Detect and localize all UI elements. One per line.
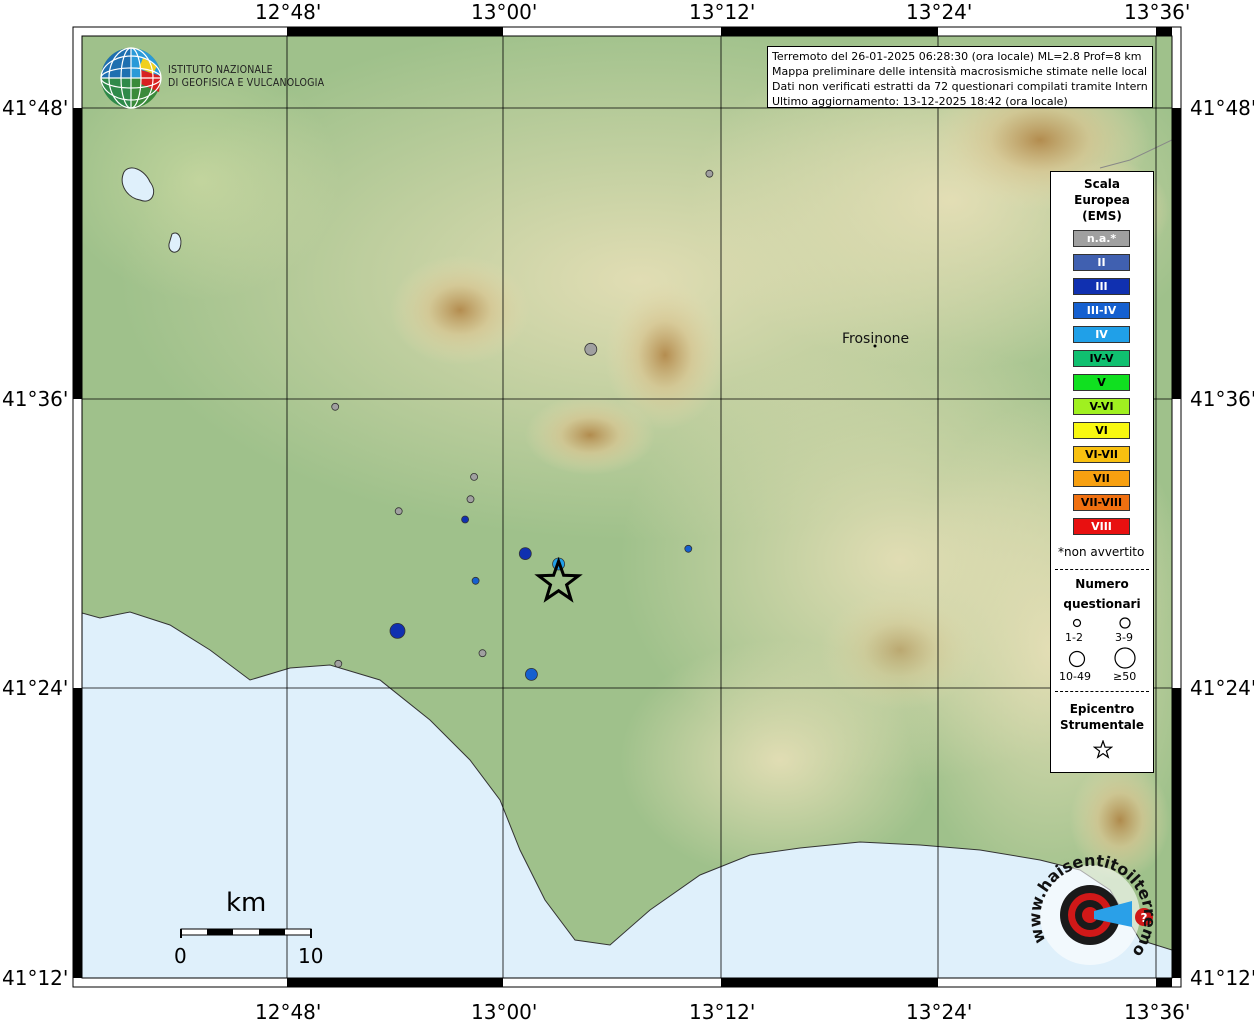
event-line: Mappa preliminare delle intensità macros… <box>772 65 1148 78</box>
scale-unit: km <box>226 888 267 918</box>
lat-label: 41°48' <box>2 96 69 120</box>
observation-point <box>684 544 693 553</box>
epicenter-legend-star-icon <box>1093 740 1113 759</box>
observation-point <box>334 659 343 668</box>
lon-label: 12°48' <box>255 1000 322 1024</box>
size-label: 3-9 <box>1115 631 1133 644</box>
size-label: 10-49 <box>1059 670 1091 683</box>
ingv-logo-text: ISTITUTO NAZIONALE DI GEOFISICA E VULCAN… <box>168 64 325 89</box>
lon-label: 13°00' <box>471 1000 538 1024</box>
observation-point <box>466 495 475 504</box>
ems-item: V <box>1073 374 1130 391</box>
lon-label: 13°36' <box>1124 1000 1191 1024</box>
ems-item: VIII <box>1073 518 1130 535</box>
legend-divider <box>1055 691 1149 692</box>
lon-label: 13°00' <box>471 0 538 24</box>
observation-point <box>394 507 403 516</box>
lon-label: 13°24' <box>906 0 973 24</box>
ems-item: VI-VII <box>1073 446 1130 463</box>
size-label: ≥50 <box>1113 670 1137 683</box>
lat-label: 41°36' <box>2 387 69 411</box>
lat-label: 41°24' <box>1190 676 1254 700</box>
lon-label: 12°48' <box>255 0 322 24</box>
event-line: Ultimo aggiornamento: 13-12-2025 18:42 (… <box>772 95 1068 108</box>
observation-point <box>584 342 598 356</box>
lat-label: 41°12' <box>1190 966 1254 990</box>
ems-item: II <box>1073 254 1130 271</box>
terrain <box>82 36 1172 978</box>
legend-panel: Scala Europea (EMS) n.a.* II III III-IV IV IV… <box>1050 171 1154 773</box>
ems-item: V-VI <box>1073 398 1130 415</box>
observation-point <box>389 623 406 639</box>
observation-point <box>331 402 340 411</box>
observation-point <box>525 668 538 681</box>
ems-item: IV <box>1073 326 1130 343</box>
ems-item: VII-VIII <box>1073 494 1130 511</box>
observation-point <box>705 169 714 178</box>
city-label: Frosinone <box>842 331 910 347</box>
observation-point <box>471 576 480 585</box>
legend-divider <box>1055 569 1149 570</box>
observation-point <box>518 547 532 560</box>
lon-label: 13°24' <box>906 1000 973 1024</box>
scale-min: 0 <box>174 944 187 968</box>
lat-label: 41°36' <box>1190 387 1254 411</box>
ems-item: III <box>1073 278 1130 295</box>
size-symbol-10-49 <box>1068 650 1086 668</box>
ems-item: VII <box>1073 470 1130 487</box>
scale-max: 10 <box>298 944 324 968</box>
ingv-logo-icon <box>100 47 162 109</box>
size-symbol-3-9 <box>1119 617 1131 629</box>
size-label: 1-2 <box>1065 631 1083 644</box>
size-symbol-1-2 <box>1072 618 1082 628</box>
ems-item: III-IV <box>1073 302 1130 319</box>
lat-label: 41°48' <box>1190 96 1254 120</box>
event-info-box: Terremoto del 26-01-2025 06:28:30 (ora l… <box>767 46 1153 108</box>
lon-label: 13°12' <box>689 0 756 24</box>
not-felt-note: *non avvertito <box>1058 545 1145 559</box>
ems-item: n.a.* <box>1073 230 1130 247</box>
observation-point <box>470 472 479 481</box>
legend-title: Scala Europea (EMS) <box>1074 177 1130 223</box>
ems-item: IV-V <box>1073 350 1130 367</box>
lat-label: 41°24' <box>2 676 69 700</box>
lon-label: 13°36' <box>1124 0 1191 24</box>
observation-point <box>478 649 487 658</box>
observation-point <box>461 515 470 524</box>
questionnaire-title: Numero questionari <box>1063 577 1141 611</box>
lon-label: 13°12' <box>689 1000 756 1024</box>
ems-item: VI <box>1073 422 1130 439</box>
size-symbol-50 <box>1114 647 1136 669</box>
epicenter-title: Epicentro Strumentale <box>1059 702 1145 732</box>
event-line: Terremoto del 26-01-2025 06:28:30 (ora l… <box>772 50 1142 63</box>
event-line: Dati non verificati estratti da 72 quest… <box>772 80 1148 93</box>
lat-label: 41°12' <box>2 966 69 990</box>
